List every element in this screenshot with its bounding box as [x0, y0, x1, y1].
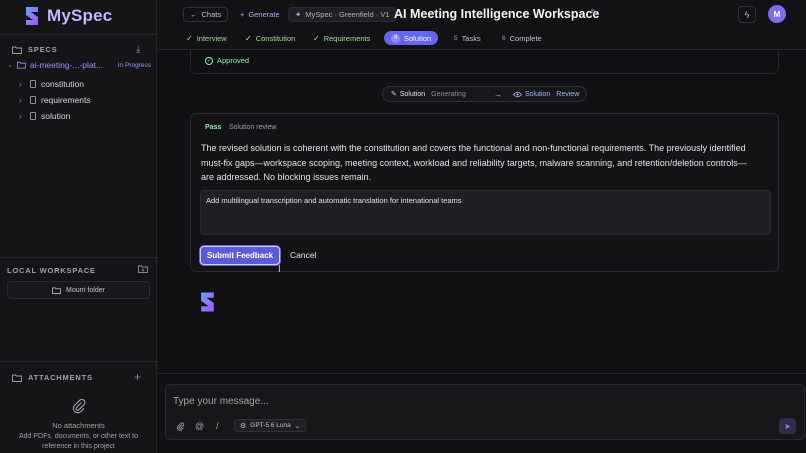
check-icon: ✓ [245, 33, 252, 43]
review-text: The revised solution is coherent with th… [201, 143, 747, 182]
stage-from: ✎ Solution Generating [391, 90, 466, 99]
arrow-right-icon: → [494, 89, 502, 99]
sidebar-project[interactable]: ⌄ ai-meeting-...-plat... In Progress [7, 60, 151, 70]
chevron-right-icon: › [19, 79, 22, 89]
workspace-section-header: LOCAL WORKSPACE [7, 266, 96, 275]
folder-open-icon [16, 61, 26, 69]
step-tasks[interactable]: 5 Tasks [454, 31, 481, 45]
document-icon [30, 80, 36, 88]
lightning-button[interactable]: ϟ [738, 6, 756, 23]
assistant-avatar [198, 290, 218, 317]
approved-status: ✓ Approved [205, 56, 250, 65]
generate-button[interactable]: + Generate [234, 7, 286, 22]
attachments-hint: Add PDFs, documents, or other text to re… [18, 433, 139, 450]
sidebar: MySpec SPECS ⤓ ⌄ ai-meeting-...-plat... … [0, 0, 157, 453]
eye-icon [513, 91, 522, 97]
previous-step-card [190, 50, 779, 74]
arrow-left-icon: ← [190, 10, 198, 19]
pencil-icon: ✎ [391, 91, 397, 98]
submit-feedback-button[interactable]: Submit Feedback [200, 246, 280, 265]
stage-to: Solution Review [513, 91, 579, 98]
myspec-logo-icon [26, 7, 38, 25]
folder-icon [52, 286, 61, 294]
pass-badge: Pass [205, 124, 222, 131]
chevron-down-icon: ⌄ [294, 422, 301, 430]
tree-item-solution[interactable]: › solution [19, 111, 70, 121]
paperclip-icon[interactable] [176, 422, 185, 433]
message-input[interactable] [173, 393, 713, 409]
myspec-logo-icon [201, 292, 214, 312]
tree-item-constitution[interactable]: › constitution [19, 79, 84, 89]
solution-review-card: Pass Solution review The revised solutio… [190, 113, 779, 272]
sparkle-icon: ✦ [295, 10, 302, 19]
add-attachment-icon[interactable]: + [134, 370, 141, 384]
page-title: AI Meeting Intelligence Workspace [394, 7, 600, 21]
step-complete[interactable]: 6 Complete [502, 31, 542, 45]
sidebar-divider [0, 361, 157, 362]
app-logo[interactable]: MySpec [23, 5, 112, 27]
user-avatar[interactable]: M [768, 5, 786, 23]
project-name: ai-meeting-...-plat... [29, 60, 104, 70]
message-composer: @ / ⚙ GPT-5.6 Luna ⌄ ➤ [165, 384, 805, 440]
step-requirements[interactable]: ✓ Requirements [313, 31, 370, 45]
send-icon: ➤ [784, 421, 791, 431]
model-selector[interactable]: ⚙ GPT-5.6 Luna ⌄ [234, 419, 307, 432]
chevron-right-icon: › [19, 111, 22, 121]
mention-icon[interactable]: @ [195, 421, 204, 431]
feedback-input[interactable]: Add multilingual transcription and autom… [200, 190, 771, 235]
no-attachments-text: No attachments [52, 421, 105, 430]
check-circle-icon: ✓ [205, 56, 213, 65]
model-icon: ⚙ [240, 422, 247, 430]
check-icon: ✓ [313, 33, 320, 43]
send-button[interactable]: ➤ [779, 418, 796, 434]
step-constitution[interactable]: ✓ Constitution [245, 31, 295, 45]
tree-item-requirements[interactable]: › requirements [19, 95, 91, 105]
attachments-section-header: ATTACHMENTS [12, 373, 93, 382]
step-interview[interactable]: ✓ Interview [186, 31, 227, 45]
back-to-chats-button[interactable]: ← Chats [183, 7, 229, 22]
add-folder-icon[interactable] [138, 265, 148, 276]
step-solution[interactable]: 4 Solution [384, 31, 439, 45]
mount-folder-button[interactable]: Mount folder [7, 281, 150, 299]
paperclip-icon [72, 398, 85, 414]
chevron-right-icon: › [19, 95, 22, 105]
document-icon [30, 96, 36, 104]
download-icon[interactable]: ⤓ [136, 44, 140, 55]
lightning-icon: ϟ [744, 9, 750, 20]
sidebar-divider [0, 257, 157, 258]
app-name: MySpec [47, 6, 113, 25]
review-label: Solution review [229, 124, 277, 131]
stage-transition: ✎ Solution Generating → Solution Review [382, 86, 587, 102]
context-badge[interactable]: ✦ MySpec · Greenfield · V1 [288, 7, 397, 22]
folder-icon [12, 374, 22, 382]
chevron-down-icon: ⌄ [7, 62, 13, 69]
folder-icon [12, 46, 22, 54]
top-header: ← Chats + Generate ✦ MySpec · Greenfield… [158, 0, 806, 50]
slash-command-icon[interactable]: / [216, 421, 219, 431]
text-cursor-icon: I [278, 264, 281, 275]
plus-icon: + [240, 10, 245, 19]
check-icon: ✓ [186, 33, 193, 43]
status-badge: In Progress [117, 61, 151, 69]
pencil-icon[interactable]: ✎ [590, 8, 598, 19]
specs-section-header: SPECS [12, 45, 57, 54]
empty-attachments: No attachments Add PDFs, documents, or o… [0, 398, 157, 452]
sidebar-divider [0, 34, 157, 35]
document-icon [30, 112, 36, 120]
cancel-button[interactable]: Cancel [290, 250, 316, 260]
